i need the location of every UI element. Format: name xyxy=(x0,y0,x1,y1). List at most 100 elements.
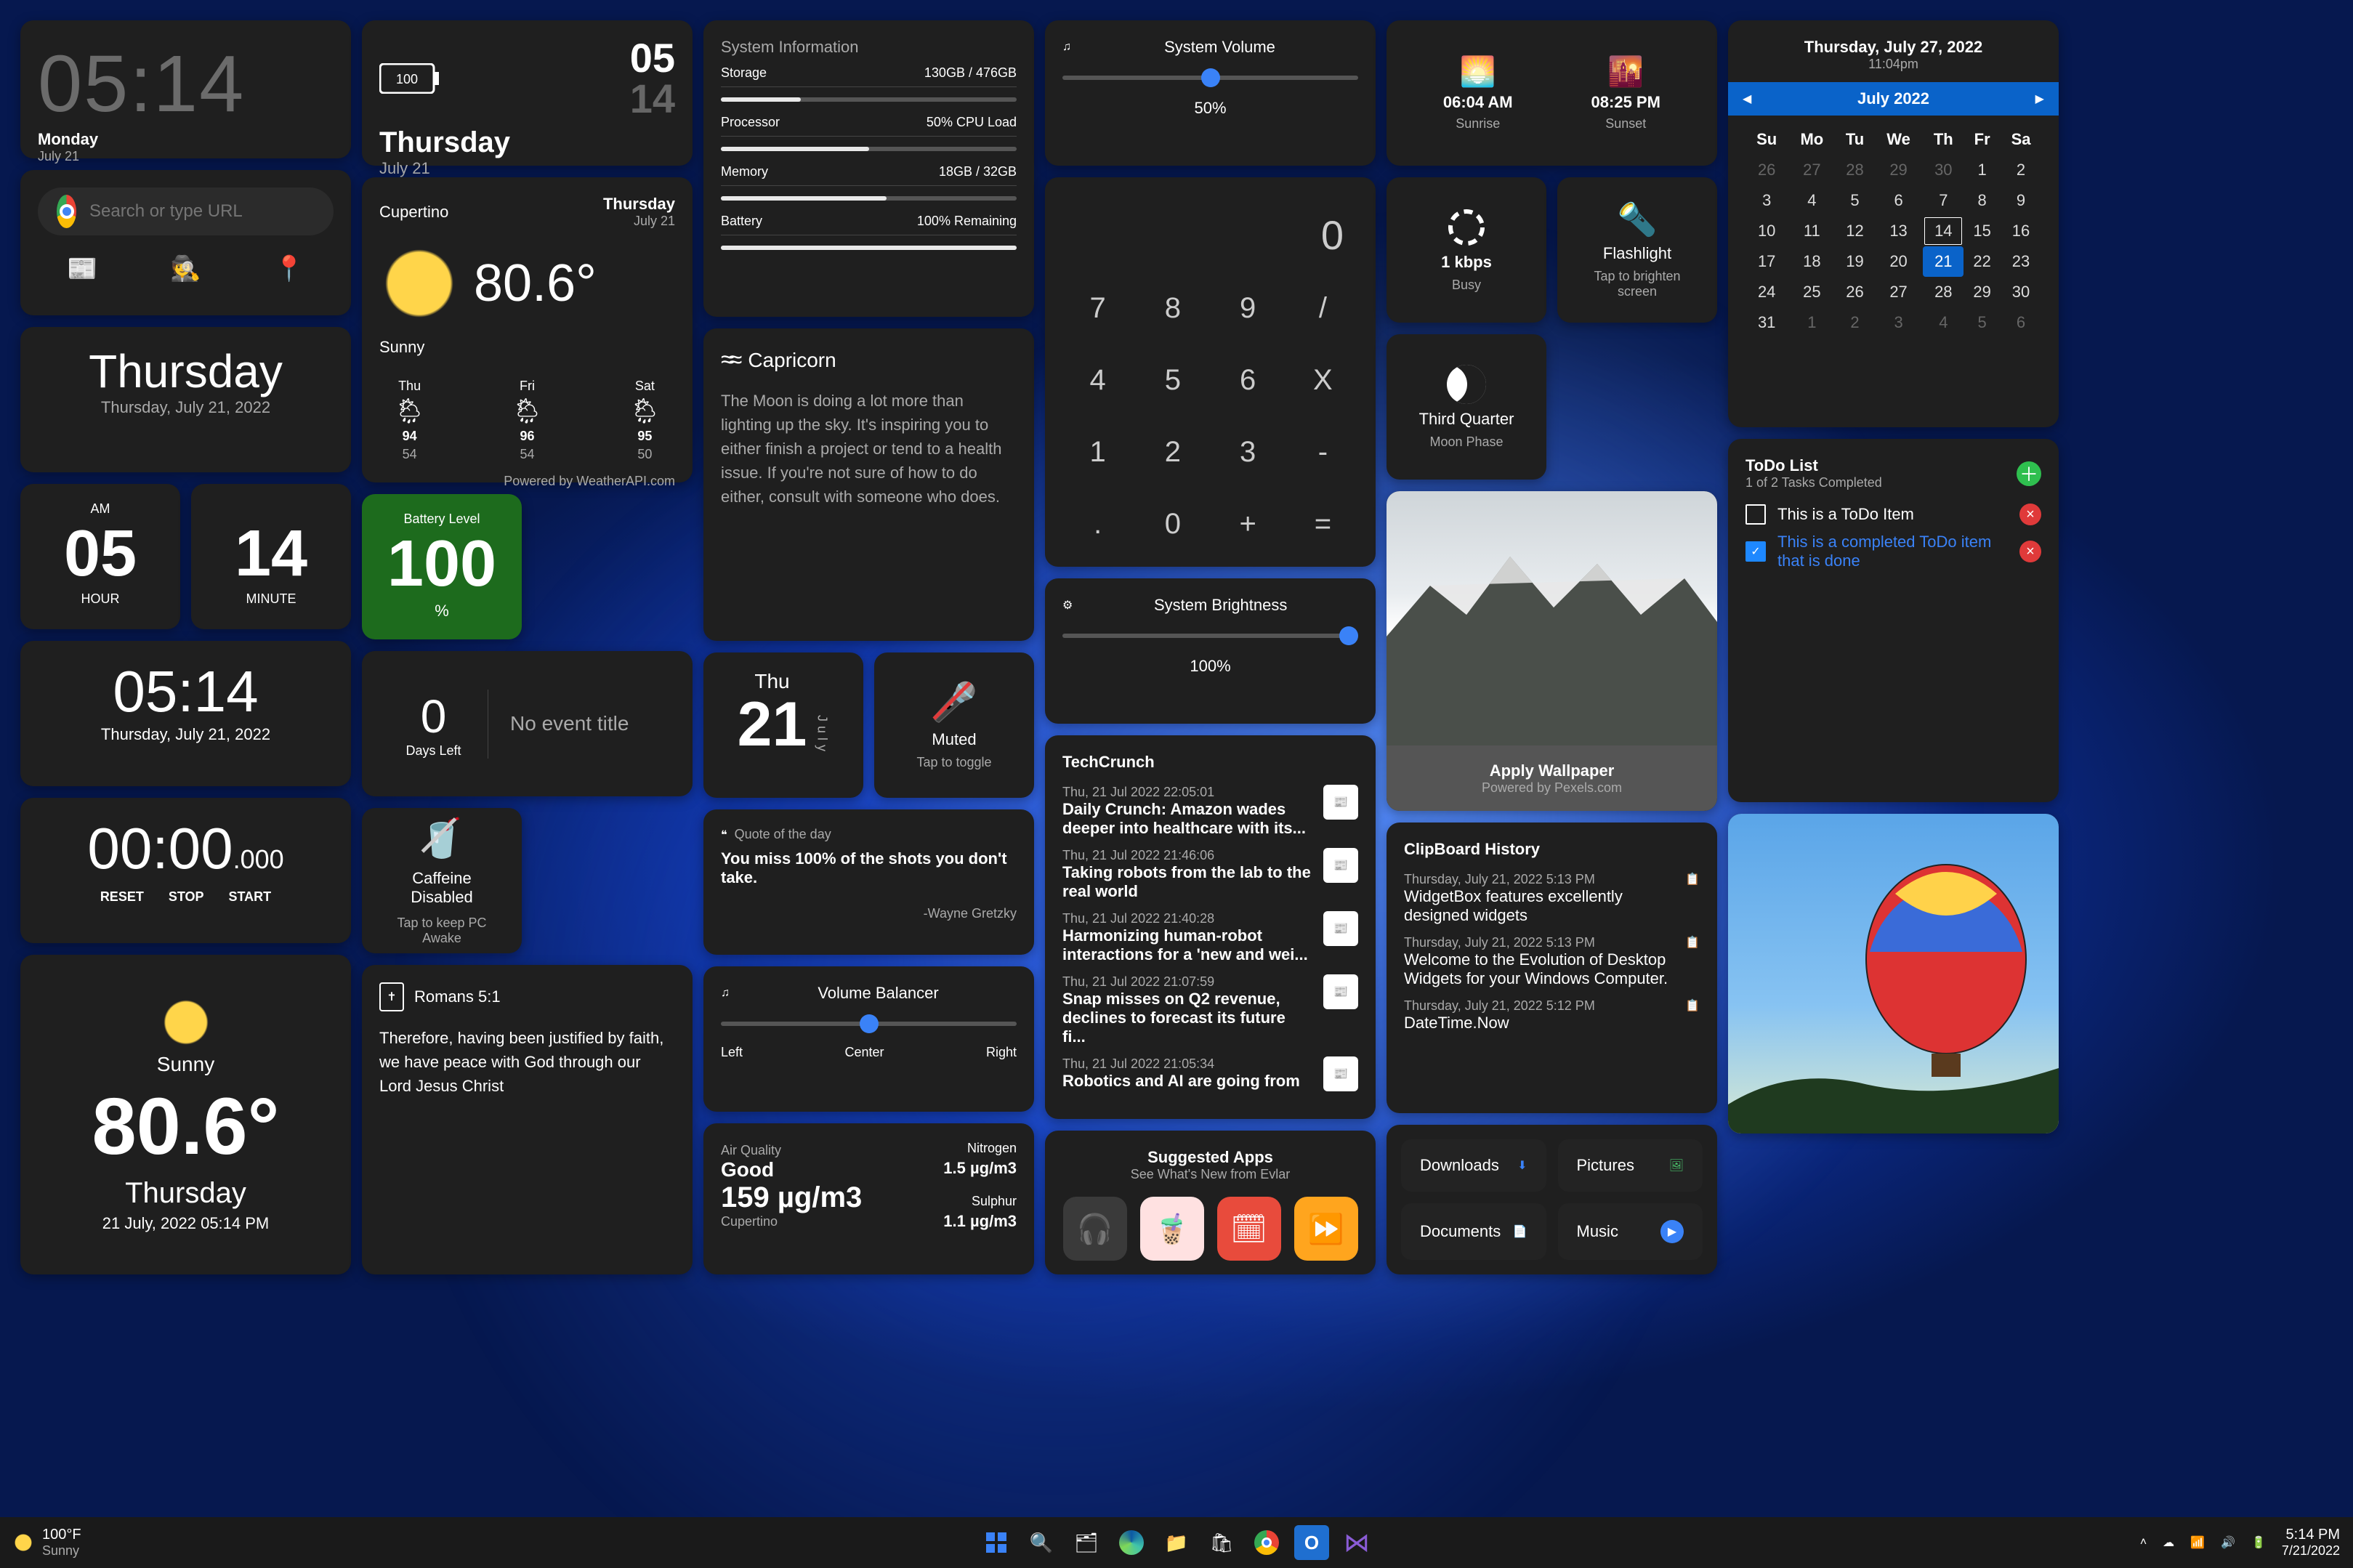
calendar-day[interactable]: 16 xyxy=(2001,216,2041,246)
app-headphones[interactable]: 🎧 xyxy=(1063,1197,1127,1261)
calendar-day[interactable]: 25 xyxy=(1788,277,1836,307)
news-item[interactable]: Thu, 21 Jul 2022 21:40:28Harmonizing hum… xyxy=(1062,911,1358,964)
folder-pictures[interactable]: Pictures🖼 xyxy=(1558,1139,1703,1192)
news-item[interactable]: Thu, 21 Jul 2022 21:05:34Robotics and AI… xyxy=(1062,1056,1358,1091)
calendar-day[interactable]: 28 xyxy=(1836,155,1873,185)
tray-volume-icon[interactable]: 🔊 xyxy=(2221,1535,2235,1550)
search-input[interactable] xyxy=(89,201,315,222)
todo-delete-button[interactable]: × xyxy=(2019,504,2041,525)
calendar-day[interactable]: 10 xyxy=(1745,216,1788,246)
folder-downloads[interactable]: Downloads⬇ xyxy=(1401,1139,1546,1192)
calendar-day[interactable]: 18 xyxy=(1788,246,1836,277)
hour-tile[interactable]: AM 05 HOUR xyxy=(20,484,180,629)
store-app[interactable]: 🛍 xyxy=(1204,1525,1239,1560)
calendar-day[interactable]: 20 xyxy=(1874,246,1924,277)
calendar-day[interactable]: 30 xyxy=(1923,155,1963,185)
calc-key[interactable]: / xyxy=(1288,275,1358,342)
calendar-day[interactable]: 7 xyxy=(1923,185,1963,216)
tray-onedrive-icon[interactable]: ☁ xyxy=(2163,1535,2174,1550)
countdown-widget[interactable]: 0 Days Left No event title xyxy=(362,651,693,796)
search-button[interactable]: 🔍 xyxy=(1024,1525,1059,1560)
folder-documents[interactable]: Documents📄 xyxy=(1401,1203,1546,1260)
calendar-day[interactable]: 9 xyxy=(2001,185,2041,216)
calendar-day[interactable]: 27 xyxy=(1874,277,1924,307)
moon-phase-widget[interactable]: Third Quarter Moon Phase xyxy=(1387,334,1546,480)
calendar-day[interactable]: 24 xyxy=(1745,277,1788,307)
outlook-app[interactable]: O xyxy=(1294,1525,1329,1560)
calendar-day[interactable]: 19 xyxy=(1836,246,1873,277)
calc-key[interactable]: 5 xyxy=(1137,347,1208,414)
weather-large-widget[interactable]: Sunny 80.6° Thursday 21 July, 2022 05:14… xyxy=(20,955,351,1274)
tray-wifi-icon[interactable]: 📶 xyxy=(2190,1535,2205,1550)
todo-checkbox[interactable] xyxy=(1745,504,1766,525)
calendar-day[interactable]: 5 xyxy=(1963,307,2001,338)
mute-widget[interactable]: 🎤 Muted Tap to toggle xyxy=(874,652,1034,798)
calc-key[interactable]: = xyxy=(1288,490,1358,558)
calc-key[interactable]: . xyxy=(1062,490,1133,558)
calendar-day[interactable]: 6 xyxy=(2001,307,2041,338)
volume-slider[interactable] xyxy=(1062,76,1358,80)
start-button[interactable] xyxy=(979,1525,1014,1560)
calc-key[interactable]: 7 xyxy=(1062,275,1133,342)
calendar-day[interactable]: 28 xyxy=(1923,277,1963,307)
calc-key[interactable]: 1 xyxy=(1062,419,1133,486)
chrome-app[interactable] xyxy=(1249,1525,1284,1560)
day-widget[interactable]: Thursday Thursday, July 21, 2022 xyxy=(20,327,351,472)
taskview-button[interactable]: 🗂 xyxy=(1069,1525,1104,1560)
sun-times-widget[interactable]: 🌅 06:04 AM Sunrise 🌇 08:25 PM Sunset xyxy=(1387,20,1717,166)
todo-add-button[interactable]: ＋ xyxy=(2017,461,2041,486)
calendar-day[interactable]: 29 xyxy=(1963,277,2001,307)
app-planner[interactable]: 🗓 xyxy=(1217,1197,1281,1261)
search-input-container[interactable] xyxy=(38,187,334,235)
calendar-day[interactable]: 27 xyxy=(1788,155,1836,185)
calendar-day[interactable]: 2 xyxy=(1836,307,1873,338)
calendar-day[interactable]: 2 xyxy=(2001,155,2041,185)
calendar-day[interactable]: 14 xyxy=(1923,216,1963,246)
calendar-day[interactable]: 5 xyxy=(1836,185,1873,216)
calc-key[interactable]: 0 xyxy=(1137,490,1208,558)
explorer-app[interactable]: 📁 xyxy=(1159,1525,1194,1560)
calendar-day[interactable]: 3 xyxy=(1874,307,1924,338)
edge-app[interactable] xyxy=(1114,1525,1149,1560)
brightness-slider[interactable] xyxy=(1062,634,1358,638)
clipboard-item[interactable]: Thursday, July 21, 2022 5:13 PMWidgetBox… xyxy=(1404,872,1700,925)
calendar-day[interactable]: 17 xyxy=(1745,246,1788,277)
calc-key[interactable]: 4 xyxy=(1062,347,1133,414)
calc-key[interactable]: 8 xyxy=(1137,275,1208,342)
taskbar-weather[interactable]: 100°F Sunny xyxy=(13,1527,81,1559)
system-info-widget[interactable]: System Information Storage130GB / 476GB … xyxy=(703,20,1034,317)
clipboard-widget[interactable]: ClipBoard History Thursday, July 21, 202… xyxy=(1387,823,1717,1113)
calendar-day[interactable]: 4 xyxy=(1923,307,1963,338)
clipboard-item[interactable]: Thursday, July 21, 2022 5:13 PMWelcome t… xyxy=(1404,935,1700,988)
calendar-day[interactable]: 4 xyxy=(1788,185,1836,216)
folder-music[interactable]: Music▶ xyxy=(1558,1203,1703,1260)
vscode-app[interactable]: ⋈ xyxy=(1339,1525,1374,1560)
cal-next-button[interactable]: ▶ xyxy=(2035,92,2044,106)
calc-key[interactable]: 6 xyxy=(1213,347,1283,414)
calendar-day[interactable]: 26 xyxy=(1745,155,1788,185)
calc-key[interactable]: 9 xyxy=(1213,275,1283,342)
wallpaper-widget[interactable]: Apply Wallpaper Powered by Pexels.com xyxy=(1387,491,1717,811)
caffeine-widget[interactable]: 🥤 Caffeine Disabled Tap to keep PC Awake xyxy=(362,808,522,953)
calc-key[interactable]: 2 xyxy=(1137,419,1208,486)
flashlight-widget[interactable]: 🔦 Flashlight Tap to brighten screen xyxy=(1557,177,1717,323)
app-boba[interactable]: 🧋 xyxy=(1140,1197,1204,1261)
bible-verse-widget[interactable]: ✝ Romans 5:1 Therefore, having been just… xyxy=(362,965,693,1274)
wallpaper-cta[interactable]: Apply Wallpaper xyxy=(1490,761,1615,780)
news-item[interactable]: Thu, 21 Jul 2022 21:07:59Snap misses on … xyxy=(1062,974,1358,1046)
calendar-day[interactable]: 1 xyxy=(1788,307,1836,338)
air-quality-widget[interactable]: Air Quality Good 159 µg/m3 Cupertino Nit… xyxy=(703,1123,1034,1274)
calendar-day[interactable]: 15 xyxy=(1963,216,2001,246)
calendar-day[interactable]: 31 xyxy=(1745,307,1788,338)
calendar-day[interactable]: 30 xyxy=(2001,277,2041,307)
calendar-day[interactable]: 22 xyxy=(1963,246,2001,277)
reset-button[interactable]: RESET xyxy=(100,889,144,905)
calendar-day[interactable]: 12 xyxy=(1836,216,1873,246)
calendar-day[interactable]: 6 xyxy=(1874,185,1924,216)
balance-slider[interactable] xyxy=(721,1022,1017,1026)
calendar-day[interactable]: 1 xyxy=(1963,155,2001,185)
date-battery-widget[interactable]: 100 05 14 Thursday July 21 xyxy=(362,20,693,166)
network-speed-widget[interactable]: 1 kbps Busy xyxy=(1387,177,1546,323)
app-speed[interactable]: ⏩ xyxy=(1294,1197,1358,1261)
calendar-day[interactable]: 8 xyxy=(1963,185,2001,216)
